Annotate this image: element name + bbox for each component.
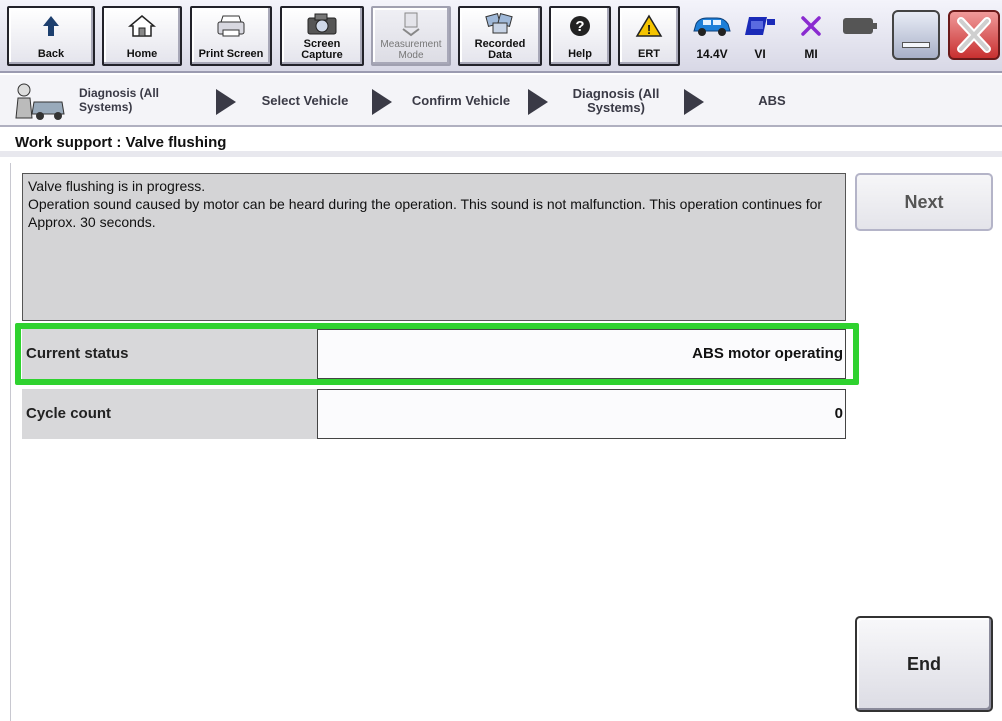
message-line-2: Operation sound caused by motor can be h…	[28, 196, 823, 230]
toolbar: Back Home Print Screen Screen Capture Me…	[0, 0, 1002, 73]
print-screen-button[interactable]: Print Screen	[190, 6, 272, 66]
breadcrumb-arrow-icon	[528, 89, 548, 115]
vi-status: VI	[738, 8, 782, 66]
mi-disconnected-icon	[789, 12, 833, 40]
back-label: Back	[37, 48, 65, 60]
message-line-1: Valve flushing is in progress.	[28, 178, 206, 194]
breadcrumb: Diagnosis (All Systems) Select Vehicle C…	[0, 75, 1002, 127]
recorded-data-icon	[460, 11, 540, 37]
cycle-count-label: Cycle count	[22, 389, 317, 439]
breadcrumb-diagnosis-root[interactable]: Diagnosis (All Systems)	[64, 75, 174, 127]
page-title: Work support : Valve flushing	[0, 129, 1002, 157]
help-icon: ?	[551, 13, 609, 39]
cycle-count-row: Cycle count 0	[22, 389, 846, 439]
breadcrumb-select-vehicle-label: Select Vehicle	[261, 93, 349, 108]
breadcrumb-arrow-icon	[372, 89, 392, 115]
minimize-button[interactable]	[892, 10, 940, 60]
measurement-label-2: Mode	[398, 50, 424, 61]
breadcrumb-confirm-vehicle-label: Confirm Vehicle	[411, 93, 511, 108]
battery-icon	[838, 12, 882, 40]
back-arrow-icon	[9, 13, 93, 39]
measurement-icon	[373, 11, 449, 37]
close-icon	[957, 17, 991, 53]
vehicle-icon	[690, 12, 734, 40]
breadcrumb-diag-line-2: Systems)	[587, 100, 645, 115]
recorded-data-button[interactable]: Recorded Data	[458, 6, 542, 66]
home-button[interactable]: Home	[102, 6, 182, 66]
home-icon	[104, 13, 180, 39]
ert-button[interactable]: ! ERT	[618, 6, 680, 66]
vi-label: VI	[754, 47, 766, 61]
minimize-icon	[902, 42, 930, 48]
help-label: Help	[568, 48, 592, 60]
print-screen-label: Print Screen	[198, 48, 264, 60]
mi-label: MI	[804, 47, 818, 61]
measurement-mode-button[interactable]: Measurement Mode	[371, 6, 451, 66]
battery-voltage-status: 14.4V	[690, 8, 734, 66]
svg-text:?: ?	[575, 18, 584, 35]
breadcrumb-diag-line-1: Diagnosis (All	[572, 86, 660, 101]
breadcrumb-diagnosis-all-systems[interactable]: Diagnosis (All Systems)	[556, 75, 676, 127]
voltage-label: 14.4V	[696, 47, 728, 61]
breadcrumb-root-line-1: Diagnosis (All	[79, 86, 160, 100]
end-button[interactable]: End	[855, 616, 993, 712]
battery-status	[838, 8, 882, 66]
screen-capture-button[interactable]: Screen Capture	[280, 6, 364, 66]
back-button[interactable]: Back	[7, 6, 95, 66]
technician-icon	[12, 80, 65, 122]
cycle-count-value: 0	[317, 389, 846, 439]
breadcrumb-arrow-icon	[684, 89, 704, 115]
breadcrumb-abs-label: ABS	[758, 93, 786, 108]
vi-icon	[738, 12, 782, 40]
breadcrumb-abs[interactable]: ABS	[716, 75, 828, 127]
home-label: Home	[126, 48, 158, 60]
main-panel: Valve flushing is in progress. Operation…	[10, 163, 1002, 721]
message-box: Valve flushing is in progress. Operation…	[22, 173, 846, 321]
app-window: Back Home Print Screen Screen Capture Me…	[0, 0, 1002, 721]
breadcrumb-root-line-2: Systems)	[79, 100, 133, 114]
breadcrumb-arrow-icon	[216, 89, 236, 115]
screen-capture-label-2: Capture	[301, 49, 343, 61]
svg-text:!: !	[647, 22, 651, 37]
warning-icon: !	[620, 13, 678, 39]
measurement-label-1: Measurement	[380, 39, 442, 50]
highlight-frame	[15, 323, 859, 385]
next-button[interactable]: Next	[855, 173, 993, 231]
close-button[interactable]	[948, 10, 1000, 60]
help-button[interactable]: ? Help	[549, 6, 611, 66]
camera-icon	[282, 11, 362, 37]
mi-status: MI	[789, 8, 833, 66]
breadcrumb-confirm-vehicle[interactable]: Confirm Vehicle	[398, 75, 524, 127]
ert-label: ERT	[638, 48, 660, 60]
printer-icon	[192, 13, 270, 39]
recorded-data-label-2: Data	[488, 49, 512, 61]
breadcrumb-select-vehicle[interactable]: Select Vehicle	[246, 75, 364, 127]
